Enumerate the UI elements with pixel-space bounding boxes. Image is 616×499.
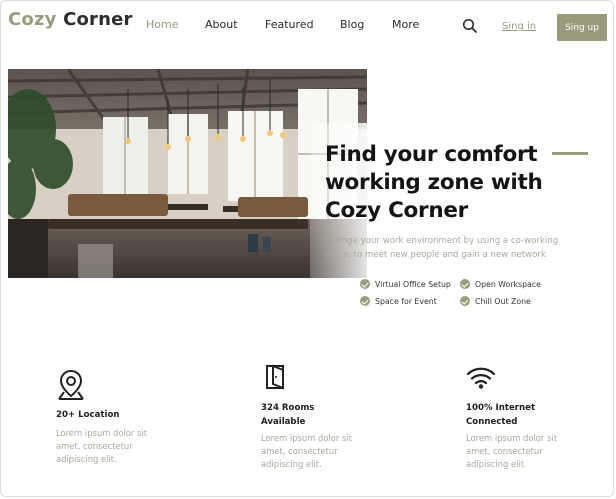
feature-item: Open Workspace [460, 279, 541, 289]
brand-name-part1: Cozy [8, 9, 57, 30]
nav-item-about[interactable]: About [205, 18, 238, 31]
check-icon [460, 296, 470, 306]
stat-desc-line: adipiscing elit. [466, 459, 527, 469]
feature-item: Space for Event [360, 296, 437, 306]
accent-divider [552, 152, 588, 155]
stat-description: Lorem ipsum dolor sit amet, consectetur … [56, 427, 147, 466]
feature-label: Chill Out Zone [475, 296, 531, 306]
stat-desc-line: amet, consectetur [56, 441, 133, 451]
door-icon [265, 364, 287, 394]
nav-item-featured[interactable]: Featured [265, 18, 314, 31]
feature-label: Space for Event [375, 296, 437, 306]
stat-description: Lorem ipsum dolor sit amet, consectetur … [261, 432, 352, 471]
feature-label: Open Workspace [475, 279, 541, 289]
wifi-icon [466, 365, 496, 395]
check-icon [360, 279, 370, 289]
stat-description: Lorem ipsum dolor sit amet, consectetur … [466, 432, 557, 471]
hero-subtext-line: Change your work environment by using a … [325, 236, 559, 246]
stat-desc-line: Lorem ipsum dolor sit [56, 428, 147, 438]
feature-item: Chill Out Zone [460, 296, 531, 306]
stat-title: 20+ Location [56, 408, 120, 422]
nav-item-home[interactable]: Home [146, 18, 178, 31]
stat-title-line: 324 Rooms [261, 403, 315, 413]
location-pin-icon [56, 369, 86, 405]
hero-headline-line: working zone with [325, 170, 543, 195]
nav-item-blog[interactable]: Blog [340, 18, 364, 31]
stat-desc-line: amet, consectetur [261, 446, 338, 456]
brand-name-part2: Corner [63, 9, 133, 30]
stat-title: 324 Rooms Available [261, 401, 314, 429]
hero-subtext: Change your work environment by using a … [325, 234, 585, 262]
feature-label: Virtual Office Setup [375, 279, 451, 289]
search-button[interactable] [462, 18, 478, 34]
stat-title-line: Connected [466, 417, 518, 427]
check-icon [360, 296, 370, 306]
stat-title: 100% Internet Connected [466, 401, 535, 429]
hero-subtext-line: place, to meet new people and gain a new… [325, 250, 546, 260]
stat-title-line: Available [261, 417, 306, 427]
hero-headline-line: Find your comfort [325, 142, 538, 167]
hero-headline-line: Cozy Corner [325, 198, 468, 223]
stat-desc-line: Lorem ipsum dolor sit [466, 433, 557, 443]
stat-desc-line: Lorem ipsum dolor sit [261, 433, 352, 443]
brand-logo[interactable]: Cozy Corner [8, 9, 133, 30]
stat-title-line: 100% Internet [466, 403, 536, 413]
feature-item: Virtual Office Setup [360, 279, 451, 289]
signup-button[interactable]: Sing up [557, 14, 607, 41]
nav-item-more[interactable]: More [392, 18, 419, 31]
check-icon [460, 279, 470, 289]
stat-desc-line: adipiscing elit. [56, 454, 117, 464]
search-icon [462, 18, 477, 33]
stat-title-line: 20+ Location [56, 410, 120, 420]
signin-link[interactable]: Sing in [502, 21, 536, 32]
stat-desc-line: adipiscing elit. [261, 459, 322, 469]
hero-headline: Find your comfort working zone with Cozy… [325, 141, 555, 225]
stat-desc-line: amet, consectetur [466, 446, 543, 456]
